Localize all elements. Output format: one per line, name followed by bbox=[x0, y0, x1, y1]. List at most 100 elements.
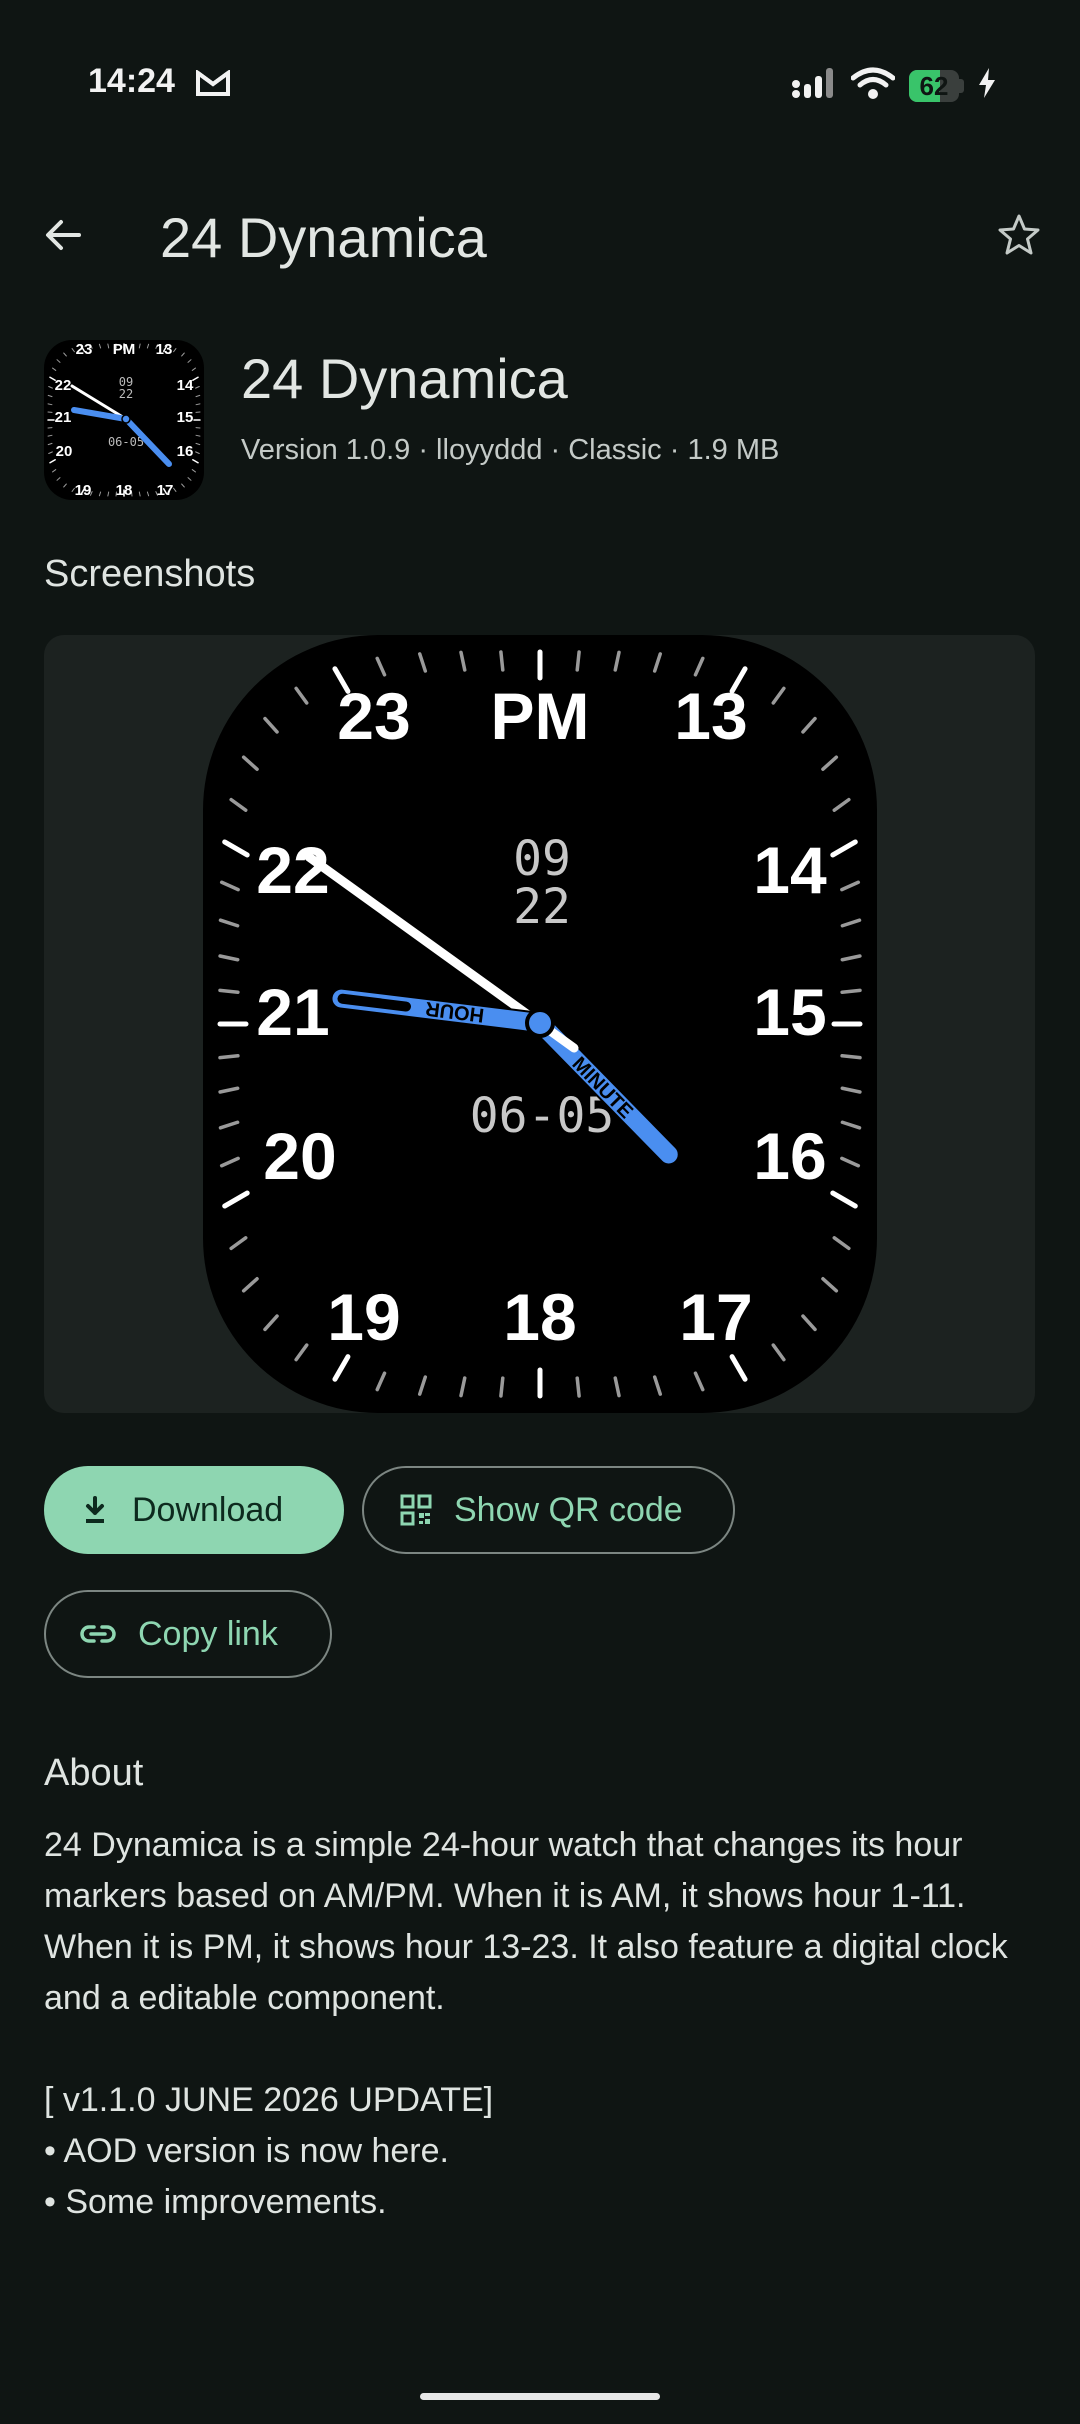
svg-text:06-05: 06-05 bbox=[470, 1088, 615, 1144]
svg-text:13: 13 bbox=[674, 679, 747, 753]
favorite-button[interactable] bbox=[986, 202, 1052, 268]
svg-text:20: 20 bbox=[56, 443, 73, 460]
tick-mark bbox=[218, 988, 240, 994]
tick-mark bbox=[47, 403, 53, 406]
mail-icon bbox=[196, 69, 230, 101]
tick-mark bbox=[138, 491, 141, 497]
tick-mark bbox=[146, 343, 150, 349]
update-item: • Some improvements. bbox=[44, 2183, 387, 2221]
watch-face-meta: Version 1.0.9 · lloyyddd · Classic · 1.9… bbox=[241, 434, 780, 466]
svg-text:17: 17 bbox=[157, 482, 174, 499]
status-time: 14:24 bbox=[88, 62, 175, 100]
tick-mark bbox=[575, 650, 581, 672]
tick-mark bbox=[191, 469, 196, 473]
svg-text:15: 15 bbox=[177, 409, 194, 426]
wifi-icon bbox=[850, 66, 896, 105]
show-qr-code-label: Show QR code bbox=[454, 1490, 683, 1529]
tick-mark bbox=[181, 352, 185, 357]
tick-mark bbox=[146, 491, 150, 497]
battery-icon: 62 bbox=[909, 69, 964, 102]
tick-mark bbox=[98, 491, 102, 497]
svg-text:14: 14 bbox=[753, 833, 827, 907]
about-paragraph: 24 Dynamica is a simple 24-hour watch th… bbox=[44, 1826, 1008, 2017]
tick-mark bbox=[52, 367, 57, 371]
tick-mark bbox=[56, 359, 61, 363]
tick-mark bbox=[195, 394, 201, 398]
tick-mark bbox=[48, 385, 53, 389]
tick-mark bbox=[192, 376, 199, 382]
svg-text:17: 17 bbox=[679, 1280, 752, 1354]
tick-mark bbox=[98, 343, 102, 349]
svg-text:14: 14 bbox=[177, 377, 194, 394]
svg-text:21: 21 bbox=[55, 409, 72, 426]
svg-text:22: 22 bbox=[55, 377, 72, 394]
svg-text:PM: PM bbox=[491, 679, 590, 753]
copy-link-label: Copy link bbox=[138, 1614, 278, 1653]
tick-mark bbox=[47, 442, 53, 446]
tick-mark bbox=[840, 988, 862, 994]
tick-mark bbox=[71, 348, 75, 353]
tick-mark bbox=[48, 451, 53, 455]
tick-mark bbox=[63, 483, 67, 488]
tick-mark bbox=[63, 352, 67, 357]
tick-mark bbox=[191, 367, 196, 371]
tick-mark bbox=[181, 483, 185, 488]
download-icon bbox=[80, 1495, 110, 1525]
tick-mark bbox=[575, 1376, 581, 1398]
tick-mark bbox=[107, 491, 110, 497]
svg-text:23: 23 bbox=[337, 679, 410, 753]
tick-mark bbox=[173, 348, 177, 353]
download-button[interactable]: Download bbox=[44, 1466, 344, 1554]
svg-text:22: 22 bbox=[119, 387, 133, 401]
svg-text:22: 22 bbox=[513, 879, 571, 935]
svg-text:PM: PM bbox=[113, 341, 136, 358]
tick-mark bbox=[840, 1054, 862, 1060]
back-button[interactable] bbox=[30, 202, 96, 268]
tick-mark bbox=[499, 650, 505, 672]
svg-text:15: 15 bbox=[753, 975, 826, 1049]
watch-face-screenshot: 23 PM 13 14 15 16 17 18 19 20 21 22 09 2… bbox=[203, 635, 877, 1413]
svg-text:19: 19 bbox=[327, 1280, 400, 1354]
svg-text:13: 13 bbox=[156, 341, 173, 358]
tick-mark bbox=[187, 359, 192, 363]
home-indicator[interactable] bbox=[420, 2393, 660, 2400]
status-bar: 14:24 62 bbox=[0, 0, 1080, 120]
tick-mark bbox=[195, 434, 201, 437]
tick-mark bbox=[195, 451, 200, 455]
screenshot-card[interactable]: 23 PM 13 14 15 16 17 18 19 20 21 22 09 2… bbox=[44, 635, 1035, 1413]
watch-face-name: 24 Dynamica bbox=[241, 347, 568, 410]
update-title: [ v1.1.0 JUNE 2026 UPDATE] bbox=[44, 2081, 494, 2119]
update-item: • AOD version is now here. bbox=[44, 2132, 449, 2170]
svg-text:19: 19 bbox=[75, 482, 92, 499]
about-description: 24 Dynamica is a simple 24-hour watch th… bbox=[44, 1820, 1044, 2228]
arrow-back-icon bbox=[46, 220, 81, 250]
tick-mark bbox=[195, 442, 201, 446]
tick-mark bbox=[138, 343, 141, 349]
show-qr-code-button[interactable]: Show QR code bbox=[362, 1466, 735, 1554]
tick-mark bbox=[192, 458, 199, 464]
tick-mark bbox=[49, 458, 56, 464]
tick-mark bbox=[195, 403, 201, 406]
star-outline-icon bbox=[998, 214, 1040, 255]
svg-text:06-05: 06-05 bbox=[108, 435, 144, 449]
svg-text:18: 18 bbox=[503, 1280, 576, 1354]
page-title: 24 Dynamica bbox=[160, 206, 487, 269]
tick-mark bbox=[56, 477, 61, 481]
tick-mark bbox=[52, 469, 57, 473]
svg-text:21: 21 bbox=[256, 975, 329, 1049]
tick-mark bbox=[195, 385, 200, 389]
tick-mark bbox=[499, 1376, 505, 1398]
battery-level: 62 bbox=[919, 70, 949, 101]
svg-text:20: 20 bbox=[263, 1119, 336, 1193]
tick-mark bbox=[173, 487, 177, 492]
charging-bolt-icon bbox=[978, 68, 996, 103]
tick-mark bbox=[47, 394, 53, 398]
screenshots-title: Screenshots bbox=[44, 553, 256, 595]
svg-text:22: 22 bbox=[256, 833, 329, 907]
tick-mark bbox=[187, 477, 192, 481]
top-app-bar: 24 Dynamica bbox=[0, 180, 1080, 290]
qr-code-icon bbox=[400, 1494, 432, 1526]
svg-text:16: 16 bbox=[753, 1119, 826, 1193]
tick-mark bbox=[218, 1054, 240, 1060]
copy-link-button[interactable]: Copy link bbox=[44, 1590, 332, 1678]
